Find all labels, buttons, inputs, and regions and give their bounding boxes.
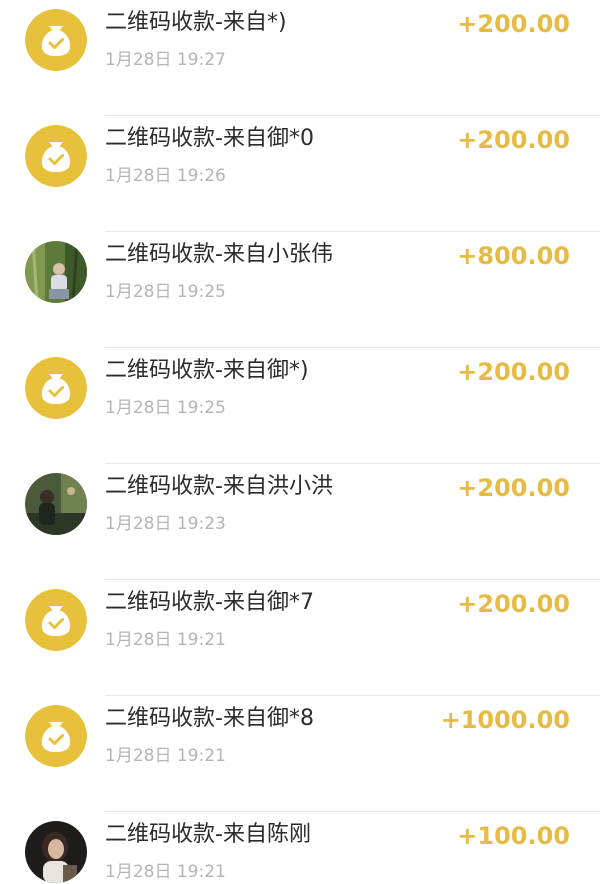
transaction-row[interactable]: 二维码收款-来自陈刚 1月28日 19:21 +100.00 <box>0 812 600 884</box>
money-bag-icon <box>25 705 87 767</box>
transaction-time: 1月28日 19:25 <box>105 282 226 302</box>
transaction-row[interactable]: 二维码收款-来自小张伟 1月28日 19:25 +800.00 <box>0 232 600 348</box>
transaction-amount: +200.00 <box>457 126 570 154</box>
money-bag-icon <box>25 9 87 71</box>
transaction-title: 二维码收款-来自御*0 <box>105 126 314 151</box>
transaction-amount: +200.00 <box>457 474 570 502</box>
transaction-time: 1月28日 19:27 <box>105 50 226 70</box>
user-avatar <box>25 241 87 303</box>
transaction-title: 二维码收款-来自御*) <box>105 358 309 383</box>
money-bag-icon <box>25 589 87 651</box>
transaction-title: 二维码收款-来自洪小洪 <box>105 474 333 499</box>
transaction-row[interactable]: 二维码收款-来自御*0 1月28日 19:26 +200.00 <box>0 116 600 232</box>
transaction-time: 1月28日 19:21 <box>105 862 226 882</box>
user-avatar <box>25 473 87 535</box>
transaction-amount: +200.00 <box>457 358 570 386</box>
transaction-title: 二维码收款-来自陈刚 <box>105 822 311 847</box>
transaction-amount: +800.00 <box>457 242 570 270</box>
transaction-row[interactable]: 二维码收款-来自洪小洪 1月28日 19:23 +200.00 <box>0 464 600 580</box>
transaction-amount: +200.00 <box>457 10 570 38</box>
transaction-row[interactable]: 二维码收款-来自*) 1月28日 19:27 +200.00 <box>0 0 600 116</box>
transaction-time: 1月28日 19:25 <box>105 398 226 418</box>
user-avatar <box>25 821 87 883</box>
transaction-time: 1月28日 19:23 <box>105 514 226 534</box>
transaction-time: 1月28日 19:21 <box>105 746 226 766</box>
transaction-row[interactable]: 二维码收款-来自御*8 1月28日 19:21 +1000.00 <box>0 696 600 812</box>
transaction-amount: +1000.00 <box>440 706 570 734</box>
transaction-title: 二维码收款-来自御*7 <box>105 590 314 615</box>
transaction-time: 1月28日 19:26 <box>105 166 226 186</box>
transaction-title: 二维码收款-来自御*8 <box>105 706 314 731</box>
transaction-title: 二维码收款-来自小张伟 <box>105 242 333 267</box>
transaction-row[interactable]: 二维码收款-来自御*7 1月28日 19:21 +200.00 <box>0 580 600 696</box>
money-bag-icon <box>25 357 87 419</box>
transaction-time: 1月28日 19:21 <box>105 630 226 650</box>
transaction-title: 二维码收款-来自*) <box>105 10 287 35</box>
transaction-amount: +100.00 <box>457 822 570 850</box>
money-bag-icon <box>25 125 87 187</box>
transaction-list: 二维码收款-来自*) 1月28日 19:27 +200.00 二维码收款-来自御… <box>0 0 600 884</box>
transaction-amount: +200.00 <box>457 590 570 618</box>
transaction-row[interactable]: 二维码收款-来自御*) 1月28日 19:25 +200.00 <box>0 348 600 464</box>
